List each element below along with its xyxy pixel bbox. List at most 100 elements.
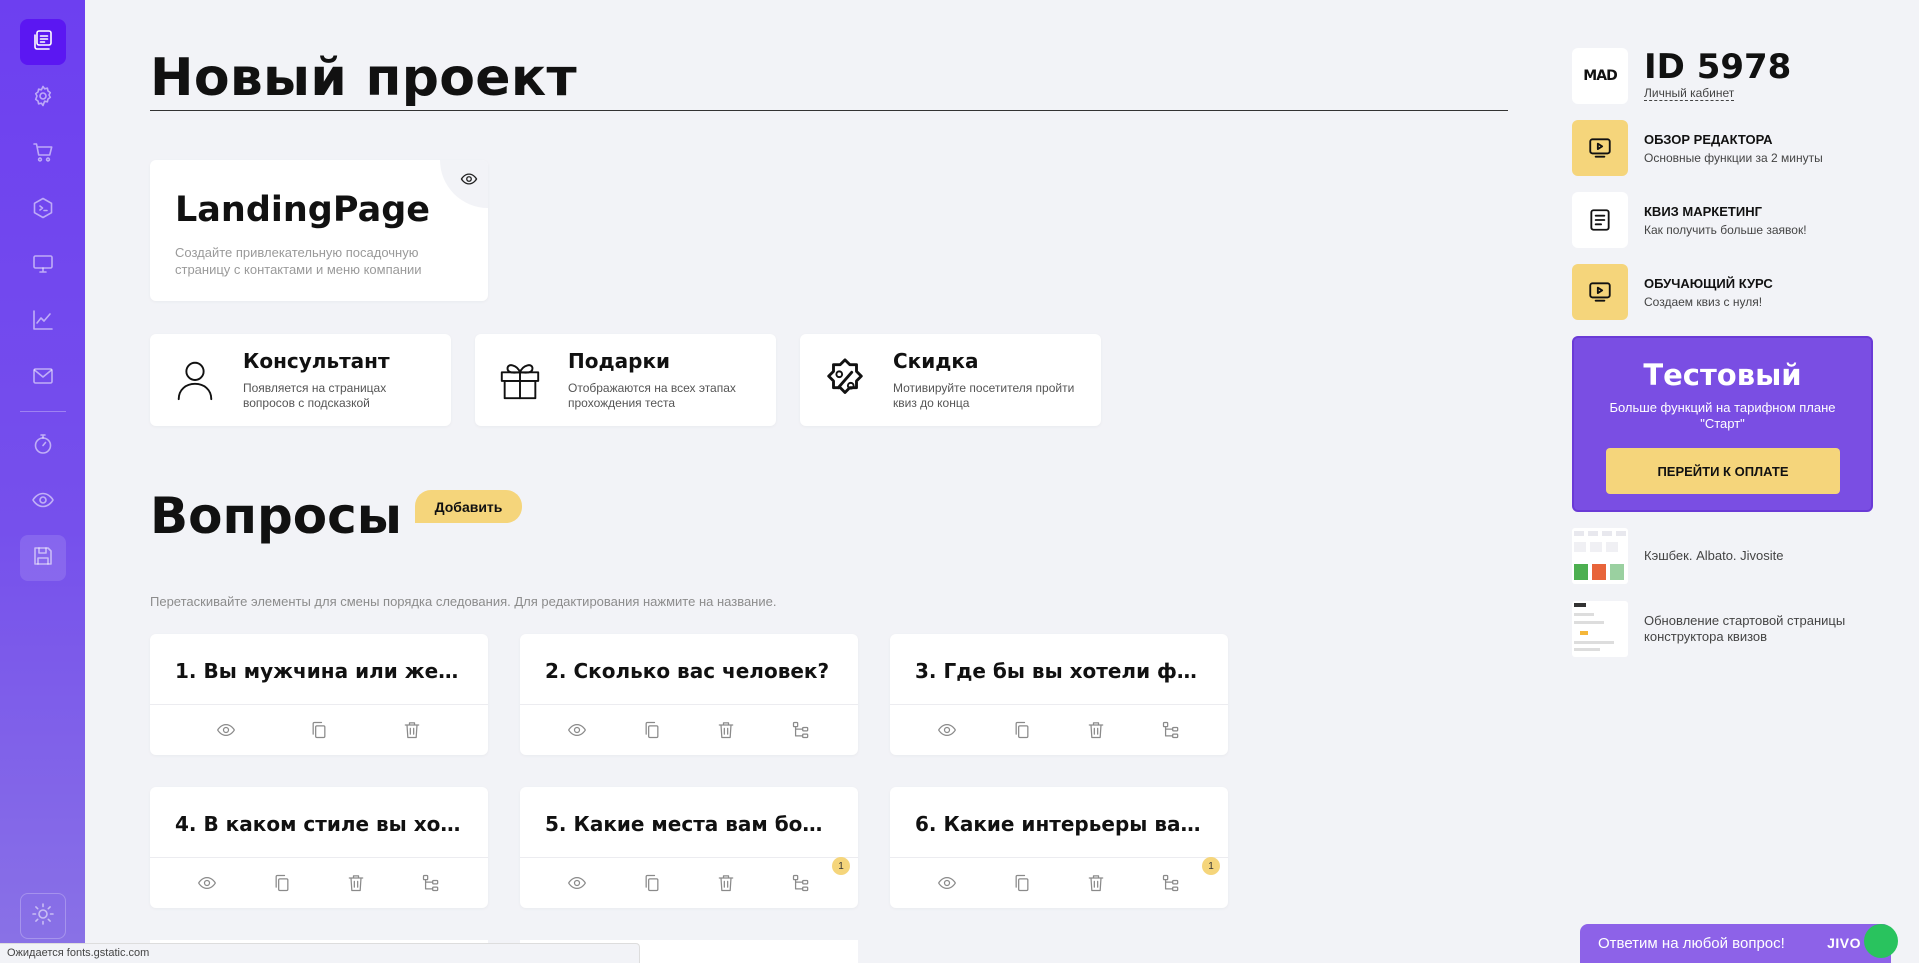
sidebar-timer-button[interactable]	[20, 423, 66, 469]
editor-overview-link[interactable]: ОБЗОР РЕДАКТОРА Основные функции за 2 ми…	[1572, 120, 1872, 176]
preview-eye-icon[interactable]	[215, 719, 237, 741]
question-card[interactable]: 3. Где бы вы хотели фотографироваться?	[890, 634, 1228, 755]
gift-icon	[497, 357, 543, 403]
document-icon	[1572, 192, 1628, 248]
branching-logic-icon[interactable]	[420, 872, 442, 894]
branching-logic-icon[interactable]	[1160, 719, 1182, 741]
duplicate-icon[interactable]	[641, 719, 663, 741]
trash-icon[interactable]	[715, 872, 737, 894]
mail-icon	[31, 364, 55, 393]
preview-eye-icon[interactable]	[936, 872, 958, 894]
monitor-icon	[31, 252, 55, 281]
question-title[interactable]: 2. Сколько вас человек?	[545, 659, 837, 683]
trash-icon[interactable]	[345, 872, 367, 894]
preview-eye-icon[interactable]	[566, 719, 588, 741]
news-item[interactable]: Кэшбек. Albato. Jivosite	[1572, 528, 1872, 584]
question-card[interactable]: 1. Вы мужчина или женщина?	[150, 634, 488, 755]
questions-hint: Перетаскивайте элементы для смены порядк…	[150, 594, 777, 609]
personal-cabinet-link[interactable]: Личный кабинет	[1644, 86, 1735, 101]
sidebar-mail-button[interactable]	[20, 355, 66, 401]
browser-status-bar: Ожидается fonts.gstatic.com	[0, 943, 640, 963]
landing-page-description: Создайте привлекательную посадочную стра…	[175, 245, 422, 277]
page-title: Новый проект	[150, 48, 577, 108]
chat-online-indicator	[1864, 924, 1898, 958]
trash-icon[interactable]	[401, 719, 423, 741]
sidebar-save-button[interactable]	[20, 535, 66, 581]
feature-description: Появляется на страницах вопросов с подск…	[243, 381, 387, 410]
tariff-title: Тестовый	[1643, 358, 1802, 392]
duplicate-icon[interactable]	[641, 872, 663, 894]
preview-eye-icon[interactable]	[566, 872, 588, 894]
chat-brand-logo: JIVO	[1827, 935, 1861, 951]
link-subtitle: Создаем квиз с нуля!	[1644, 295, 1763, 309]
sidebar-code-button[interactable]	[20, 187, 66, 233]
chat-prompt: Ответим на любой вопрос!	[1598, 935, 1785, 952]
preview-eye-icon[interactable]	[196, 872, 218, 894]
trash-icon[interactable]	[1085, 719, 1107, 741]
news-thumbnail	[1572, 528, 1628, 584]
link-title: КВИЗ МАРКЕТИНГ	[1644, 204, 1762, 219]
duplicate-icon[interactable]	[1011, 719, 1033, 741]
questions-icon	[31, 28, 55, 57]
question-title[interactable]: 3. Где бы вы хотели фотографироваться?	[915, 659, 1207, 683]
sidebar-settings-button[interactable]	[20, 75, 66, 121]
duplicate-icon[interactable]	[1011, 872, 1033, 894]
tariff-description: Больше функций на тарифном плане "Старт"	[1609, 400, 1836, 431]
sidebar-cart-button[interactable]	[20, 131, 66, 177]
preview-eye-icon[interactable]	[936, 719, 958, 741]
sun-icon	[31, 902, 55, 931]
branching-logic-icon[interactable]	[1160, 872, 1182, 894]
eye-icon	[460, 170, 478, 193]
question-title[interactable]: 6. Какие интерьеры вам нравятся?	[915, 812, 1207, 836]
user-icon	[172, 357, 218, 403]
trash-icon[interactable]	[1085, 872, 1107, 894]
landing-page-card[interactable]: LandingPage Создайте привлекательную пос…	[150, 160, 488, 301]
duplicate-icon[interactable]	[271, 872, 293, 894]
percent-badge-icon	[822, 357, 868, 403]
question-card[interactable]: 4. В каком стиле вы хотите фотосессию?	[150, 787, 488, 908]
chat-widget[interactable]: Ответим на любой вопрос! JIVO	[1580, 924, 1891, 963]
link-title: ОБЗОР РЕДАКТОРА	[1644, 132, 1773, 147]
feature-card-gifts[interactable]: Подарки Отображаются на всех этапах прох…	[475, 334, 776, 426]
go-to-payment-button[interactable]: ПЕРЕЙТИ К ОПЛАТЕ	[1606, 448, 1840, 494]
sidebar-preview-button[interactable]	[20, 479, 66, 525]
feature-title: Скидка	[893, 349, 979, 373]
stopwatch-icon	[31, 432, 55, 461]
link-title: ОБУЧАЮЩИЙ КУРС	[1644, 276, 1773, 291]
code-hexagon-icon	[31, 196, 55, 225]
branching-logic-icon[interactable]	[790, 872, 812, 894]
landing-page-title: LandingPage	[175, 190, 430, 230]
play-screen-icon	[1572, 120, 1628, 176]
sidebar-theme-toggle[interactable]	[20, 893, 66, 939]
question-title[interactable]: 5. Какие места вам больше нравятся?	[545, 812, 837, 836]
sidebar-divider	[20, 411, 66, 412]
news-thumbnail	[1572, 601, 1628, 657]
question-card[interactable]: 2. Сколько вас человек?	[520, 634, 858, 755]
duplicate-icon[interactable]	[308, 719, 330, 741]
title-underline	[150, 110, 1508, 111]
sidebar-questions-button[interactable]	[20, 19, 66, 65]
feature-title: Консультант	[243, 349, 390, 373]
feature-card-discount[interactable]: Скидка Мотивируйте посетителя пройти кви…	[800, 334, 1101, 426]
floppy-disk-icon	[31, 544, 55, 573]
chart-line-icon	[31, 308, 55, 337]
question-card[interactable]: 5. Какие места вам больше нравятся? 1	[520, 787, 858, 908]
project-id: ID 5978	[1644, 47, 1792, 87]
training-course-link[interactable]: ОБУЧАЮЩИЙ КУРС Создаем квиз с нуля!	[1572, 264, 1872, 320]
add-question-button[interactable]: Добавить	[415, 490, 522, 523]
feature-card-consultant[interactable]: Консультант Появляется на страницах вопр…	[150, 334, 451, 426]
link-subtitle: Основные функции за 2 минуты	[1644, 151, 1823, 165]
quiz-marketing-link[interactable]: КВИЗ МАРКЕТИНГ Как получить больше заяво…	[1572, 192, 1872, 248]
question-title[interactable]: 1. Вы мужчина или женщина?	[175, 659, 467, 683]
news-item[interactable]: Обновление стартовой страницы конструкто…	[1572, 601, 1872, 657]
question-title[interactable]: 4. В каком стиле вы хотите фотосессию?	[175, 812, 467, 836]
sidebar-monitor-button[interactable]	[20, 243, 66, 289]
link-subtitle: Как получить больше заявок!	[1644, 223, 1807, 237]
question-card[interactable]: 6. Какие интерьеры вам нравятся? 1	[890, 787, 1228, 908]
landing-preview-button[interactable]	[440, 160, 488, 208]
branching-logic-icon[interactable]	[790, 719, 812, 741]
gear-icon	[31, 84, 55, 113]
sidebar-analytics-button[interactable]	[20, 299, 66, 345]
eye-icon	[31, 488, 55, 517]
trash-icon[interactable]	[715, 719, 737, 741]
